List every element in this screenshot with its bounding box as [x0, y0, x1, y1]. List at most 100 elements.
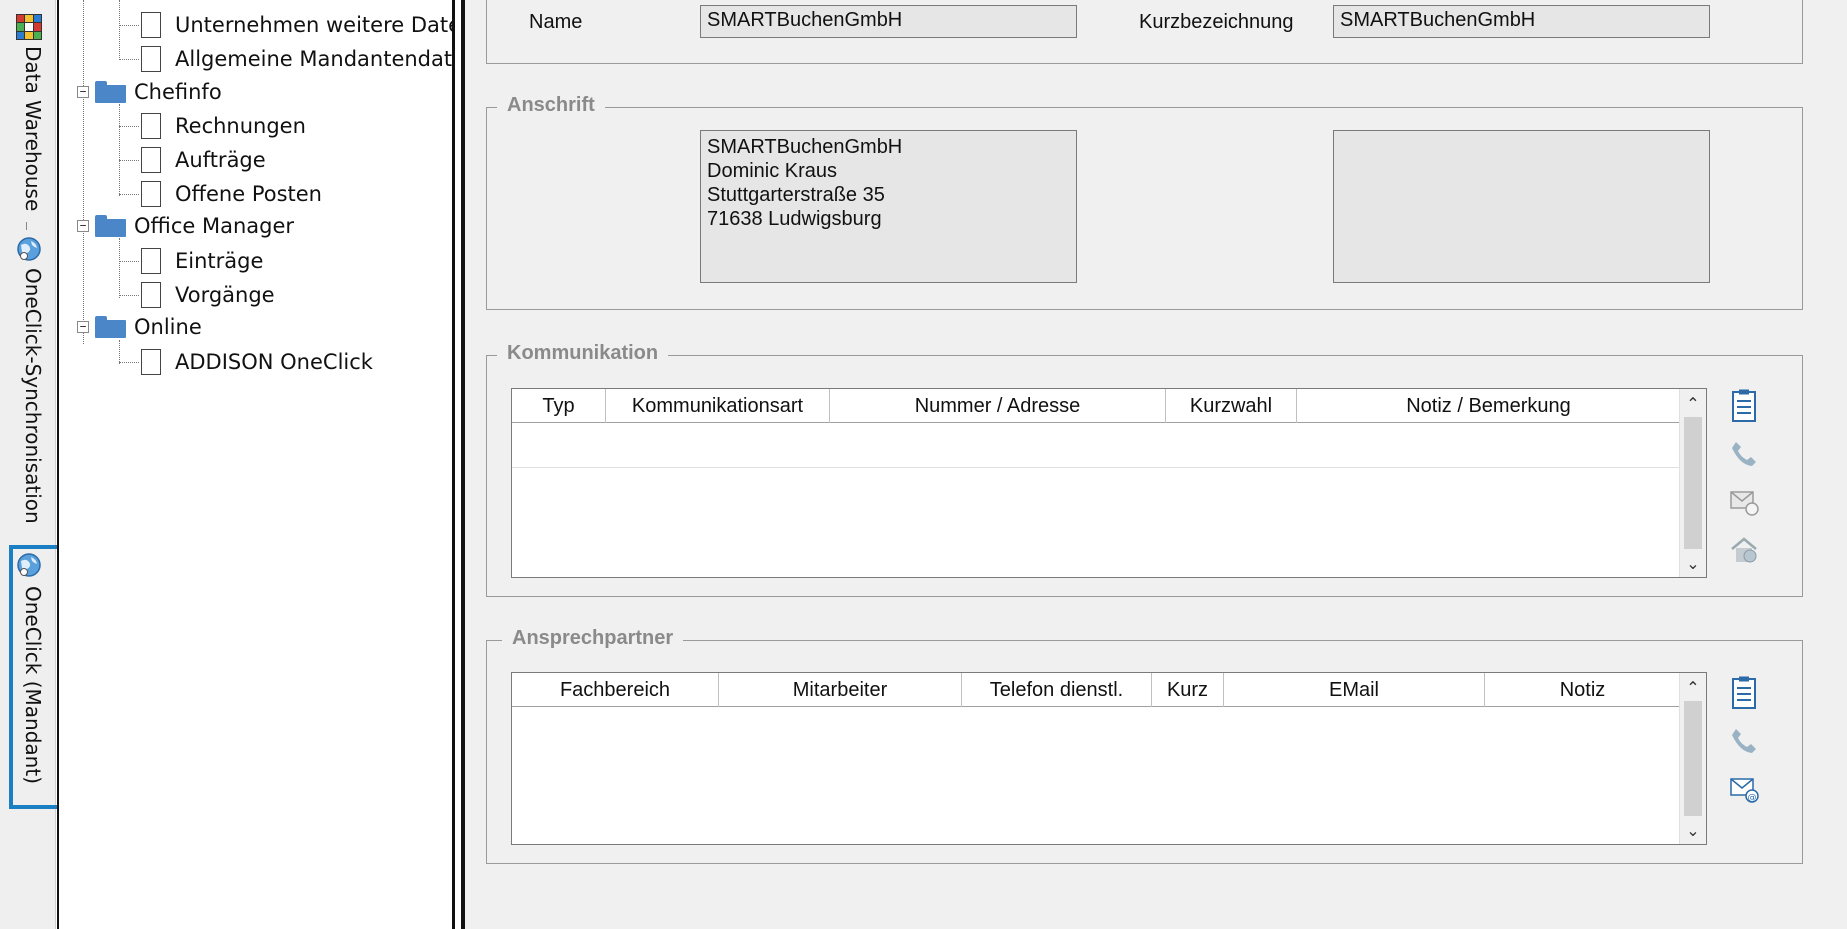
column-header[interactable]: Telefon dienstl.: [962, 673, 1152, 707]
scroll-up-button[interactable]: ⌃: [1680, 675, 1706, 699]
details-button[interactable]: [1726, 388, 1762, 424]
tree-folder-online[interactable]: − Online: [77, 315, 202, 339]
folder-icon: [95, 316, 126, 338]
row-separator: [512, 467, 1680, 468]
tree-line: [119, 58, 139, 60]
tree-item-rechnungen[interactable]: Rechnungen: [119, 113, 306, 139]
tree-folder-label: Office Manager: [134, 214, 295, 238]
short-name-field[interactable]: SMARTBuchenGmbH: [1333, 5, 1710, 38]
tree-line: [119, 24, 139, 26]
collapse-toggle[interactable]: −: [77, 86, 89, 98]
folder-icon: [95, 215, 126, 237]
column-header[interactable]: Typ: [512, 389, 606, 423]
tab-data-warehouse[interactable]: Data Warehouse: [6, 10, 52, 220]
tree-item-addison-oneclick[interactable]: ADDISON OneClick: [119, 349, 373, 375]
list-icon: [1732, 676, 1756, 709]
column-header[interactable]: Kommunikationsart: [606, 389, 830, 423]
column-header[interactable]: Kurzwahl: [1166, 389, 1297, 423]
folder-icon: [95, 81, 126, 103]
column-header[interactable]: Notiz / Bemerkung: [1297, 389, 1680, 423]
web-button[interactable]: [1726, 532, 1762, 568]
document-icon: [141, 349, 161, 375]
tab-label: OneClick-Synchronisation: [21, 268, 45, 524]
list-icon: [1732, 389, 1756, 422]
general-group: Name SMARTBuchenGmbH Kurzbezeichnung SMA…: [486, 0, 1803, 64]
column-header[interactable]: Mitarbeiter: [719, 673, 962, 707]
table-header: Fachbereich Mitarbeiter Telefon dienstl.…: [512, 673, 1680, 707]
tree-item-label: Einträge: [175, 249, 264, 273]
address-legend: Anschrift: [497, 94, 605, 117]
name-field[interactable]: SMARTBuchenGmbH: [700, 5, 1077, 38]
vertical-scrollbar[interactable]: ⌃ ⌄: [1679, 673, 1706, 844]
tab-separator: [26, 222, 27, 230]
name-label: Name: [529, 11, 583, 33]
address-extra-field[interactable]: [1333, 130, 1710, 283]
communication-legend: Kommunikation: [497, 342, 669, 365]
call-button[interactable]: [1726, 436, 1762, 472]
tree-item-label: ADDISON OneClick: [175, 350, 373, 374]
tree-line: [119, 260, 139, 262]
tree-item-unternehmen-weitere-daten[interactable]: Unternehmen weitere Daten: [119, 12, 455, 38]
tree-item-allgemeine-mandantendaten[interactable]: Allgemeine Mandantendate: [119, 46, 452, 72]
tree-folder-label: Online: [134, 315, 202, 339]
address-field[interactable]: SMARTBuchenGmbH Dominic Kraus Stuttgarte…: [700, 130, 1077, 283]
call-button[interactable]: [1726, 723, 1762, 759]
tree-folder-label: Chefinfo: [134, 80, 222, 104]
house-globe-icon: [1731, 537, 1757, 563]
tab-label: Data Warehouse: [21, 46, 45, 212]
column-header[interactable]: Kurz: [1152, 673, 1224, 707]
vertical-scrollbar[interactable]: ⌃ ⌄: [1679, 389, 1706, 577]
scroll-down-button[interactable]: ⌄: [1680, 818, 1706, 842]
tree-item-offene-posten[interactable]: Offene Posten: [119, 181, 322, 207]
tree-folder-office-manager[interactable]: − Office Manager: [77, 214, 294, 238]
tree-line: [119, 294, 139, 296]
tab-oneclick-synchronisation[interactable]: OneClick-Synchronisation: [6, 236, 52, 536]
tree-item-auftraege[interactable]: Aufträge: [119, 147, 266, 173]
tree-line: [119, 193, 139, 195]
document-icon: [141, 282, 161, 308]
column-header[interactable]: Nummer / Adresse: [830, 389, 1166, 423]
details-button[interactable]: [1726, 675, 1762, 711]
svg-text:@: @: [1748, 793, 1757, 803]
tree-item-label: Rechnungen: [175, 114, 306, 138]
tree-item-eintraege[interactable]: Einträge: [119, 248, 263, 274]
email-button[interactable]: [1726, 484, 1762, 520]
tree-item-label: Unternehmen weitere Daten: [175, 13, 455, 37]
address-line: Dominic Kraus: [707, 160, 838, 182]
column-header[interactable]: Notiz: [1485, 673, 1680, 707]
document-icon: [141, 248, 161, 274]
globe-icon: [17, 237, 41, 261]
company-form: Name SMARTBuchenGmbH Kurzbezeichnung SMA…: [465, 0, 1847, 929]
tree-line: [119, 361, 139, 363]
communication-group: Kommunikation Typ Kommunikationsart Numm…: [486, 342, 1803, 597]
tree-item-vorgaenge[interactable]: Vorgänge: [119, 282, 275, 308]
tree-line: [119, 159, 139, 161]
collapse-toggle[interactable]: −: [77, 220, 89, 232]
document-icon: [141, 181, 161, 207]
contacts-table[interactable]: Fachbereich Mitarbeiter Telefon dienstl.…: [511, 672, 1707, 845]
column-header[interactable]: EMail: [1224, 673, 1485, 707]
communication-table[interactable]: Typ Kommunikationsart Nummer / Adresse K…: [511, 388, 1707, 578]
navigation-tree: Unternehmen weitere Daten Allgemeine Man…: [57, 0, 455, 929]
address-line: SMARTBuchenGmbH: [707, 136, 903, 158]
contacts-legend: Ansprechpartner: [502, 627, 684, 650]
scroll-up-button[interactable]: ⌃: [1680, 391, 1706, 415]
short-name-label: Kurzbezeichnung: [1139, 11, 1294, 33]
email-icon: @: [1730, 778, 1759, 803]
email-button[interactable]: @: [1726, 771, 1762, 807]
contacts-group: Ansprechpartner Fachbereich Mitarbeiter …: [486, 627, 1803, 864]
scroll-thumb[interactable]: [1684, 701, 1702, 816]
scroll-down-button[interactable]: ⌄: [1680, 551, 1706, 575]
address-line: 71638 Ludwigsburg: [707, 208, 882, 230]
document-icon: [141, 46, 161, 72]
collapse-toggle[interactable]: −: [77, 321, 89, 333]
phone-icon: [1732, 442, 1756, 466]
document-icon: [141, 12, 161, 38]
column-header[interactable]: Fachbereich: [512, 673, 719, 707]
scroll-thumb[interactable]: [1684, 417, 1702, 549]
email-icon: [1730, 491, 1759, 516]
application-window: Data Warehouse OneClick-Synchronisation …: [0, 0, 1847, 929]
table-header: Typ Kommunikationsart Nummer / Adresse K…: [512, 389, 1680, 423]
tree-folder-chefinfo[interactable]: − Chefinfo: [77, 80, 222, 104]
address-line: Stuttgarterstraße 35: [707, 184, 885, 206]
